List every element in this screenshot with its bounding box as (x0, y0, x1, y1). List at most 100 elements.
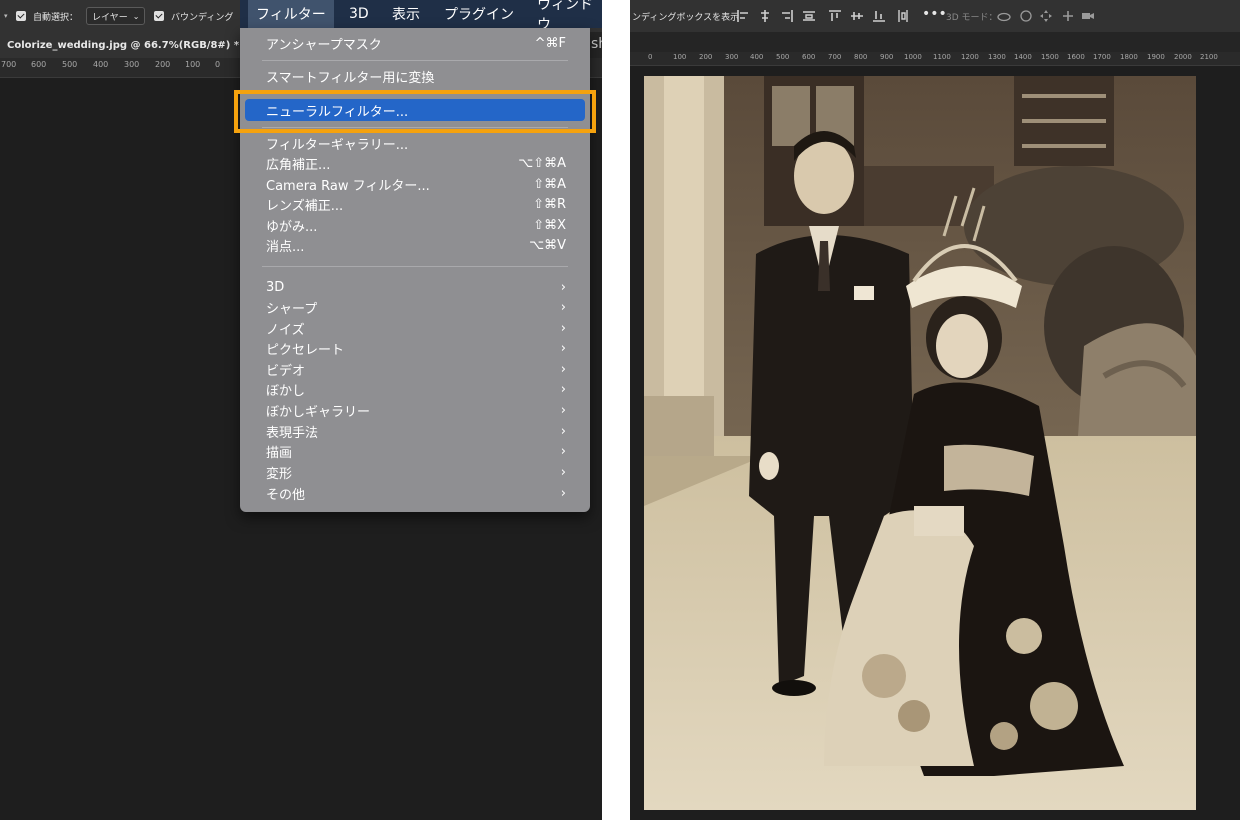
menu-item-label: ぼかしギャラリー (266, 404, 371, 420)
ruler-label: 1700 (1093, 53, 1111, 61)
submenu-video[interactable]: ビデオ › (266, 359, 566, 379)
distribute-icon[interactable] (802, 9, 816, 23)
chevron-right-icon: › (560, 485, 566, 501)
more-options-icon[interactable]: ••• (922, 6, 947, 22)
menu-plugins[interactable]: プラグイン (436, 0, 522, 28)
ruler-label: 500 (62, 60, 78, 69)
options-bar-right: ンディングボックスを表示 ••• 3D モード： (630, 0, 1240, 32)
ruler-label: 400 (93, 60, 109, 69)
auto-select-option[interactable]: 自動選択： (16, 0, 78, 32)
submenu-pixelate[interactable]: ピクセレート › (266, 338, 566, 358)
chevron-right-icon: › (560, 361, 566, 377)
ruler-label: 300 (124, 60, 140, 69)
camera-3d-icon[interactable] (1081, 9, 1095, 23)
distribute-vertical-icon[interactable] (896, 9, 910, 23)
menu-item-label: 消点... (266, 239, 305, 255)
menu-item-label: スマートフィルター用に変換 (266, 70, 435, 86)
submenu-blur-gallery[interactable]: ぼかしギャラリー › (266, 400, 566, 420)
submenu-render[interactable]: 描画 › (266, 441, 566, 461)
menu-item-label: ピクセレート (266, 342, 345, 358)
chevron-right-icon: › (560, 464, 566, 480)
menu-item-label: ぼかし (266, 383, 306, 399)
submenu-distort[interactable]: 変形 › (266, 462, 566, 482)
bounding-full-label: ンディングボックスを表示 (632, 13, 740, 23)
menu-item-label: レンズ補正... (266, 198, 344, 214)
ruler-label: 700 (828, 53, 842, 61)
document-tab-strip (630, 32, 1240, 52)
tab-overflow-glyph: sh (591, 36, 602, 52)
pan-3d-icon[interactable] (1039, 9, 1053, 23)
chevron-right-icon: › (560, 299, 566, 315)
menu-item-shortcut: ^⌘F (534, 35, 566, 51)
ruler-label: 500 (776, 53, 790, 61)
ruler-label: 900 (880, 53, 894, 61)
submenu-blur[interactable]: ぼかし › (266, 379, 566, 399)
menu-item-label: 広角補正... (266, 157, 331, 173)
align-top-icon[interactable] (828, 9, 842, 23)
menu-item-shortcut: ⇧⌘R (533, 196, 566, 212)
menu-item-vanishing-point[interactable]: 消点... ⌥⌘V (266, 235, 566, 255)
menu-item-label: ゆがみ... (266, 219, 318, 235)
submenu-3d[interactable]: 3D › (266, 277, 566, 297)
menu-item-wide-angle[interactable]: 広角補正... ⌥⇧⌘A (266, 153, 566, 173)
menu-item-camera-raw[interactable]: Camera Raw フィルター... ⇧⌘A (266, 174, 566, 194)
menu-item-label: フィルターギャラリー... (266, 137, 409, 153)
menu-window[interactable]: ウィンドウ (529, 0, 602, 33)
menu-filter[interactable]: フィルター (248, 0, 334, 28)
auto-select-checkbox[interactable] (16, 11, 26, 21)
align-middle-icon[interactable] (850, 9, 864, 23)
bounding-box-checkbox[interactable] (154, 11, 164, 21)
submenu-noise[interactable]: ノイズ › (266, 318, 566, 338)
ruler-label: 1100 (933, 53, 951, 61)
chevron-right-icon: › (560, 443, 566, 459)
menu-item-unsharp-mask[interactable]: アンシャープマスク ^⌘F (266, 33, 566, 53)
ruler-label: 600 (31, 60, 47, 69)
submenu-other[interactable]: その他 › (266, 483, 566, 503)
chevron-right-icon: › (560, 423, 566, 439)
ruler-label: 2100 (1200, 53, 1218, 61)
roll-3d-icon[interactable] (1019, 9, 1033, 23)
align-right-icon[interactable] (780, 9, 794, 23)
chevron-right-icon: › (560, 402, 566, 418)
ruler-label: 600 (802, 53, 816, 61)
align-center-icon[interactable] (758, 9, 772, 23)
submenu-stylize[interactable]: 表現手法 › (266, 421, 566, 441)
align-bottom-icon[interactable] (872, 9, 886, 23)
align-left-icon[interactable] (736, 9, 750, 23)
ruler-label: 1300 (988, 53, 1006, 61)
menu-item-filter-gallery[interactable]: フィルターギャラリー... (266, 133, 566, 153)
auto-select-target: レイヤー (92, 12, 128, 23)
bounding-box-option[interactable]: バウンディング (154, 0, 233, 32)
menu-item-lens-correction[interactable]: レンズ補正... ⇧⌘R (266, 194, 566, 214)
ruler-label: 700 (1, 60, 17, 69)
ruler-label: 1800 (1120, 53, 1138, 61)
menu-item-smart-filter[interactable]: スマートフィルター用に変換 (266, 66, 566, 86)
auto-select-dropdown[interactable]: レイヤー ⌄ (86, 0, 146, 32)
menu-view[interactable]: 表示 (384, 0, 428, 28)
ruler-label: 1000 (904, 53, 922, 61)
orbit-3d-icon[interactable] (997, 9, 1011, 23)
ruler-label: 2000 (1174, 53, 1192, 61)
menu-separator (262, 266, 568, 267)
ruler-label: 1900 (1147, 53, 1165, 61)
right-screenshot: ンディングボックスを表示 ••• 3D モード： 0 100 200 300 4… (630, 0, 1240, 820)
chevron-down-icon: ⌄ (132, 11, 140, 21)
menu-3d[interactable]: 3D (341, 0, 377, 28)
ruler-label: 100 (185, 60, 201, 69)
document-tab[interactable]: Colorize_wedding.jpg @ 66.7%(RGB/8#) * (0, 32, 240, 58)
horizontal-ruler-right: 0 100 200 300 400 500 600 700 800 900 10… (630, 52, 1240, 66)
mode-3d-label: 3D モード： (946, 13, 998, 23)
wedding-photo (644, 76, 1196, 810)
menu-item-label: 表現手法 (266, 425, 319, 441)
menu-item-shortcut: ⌥⇧⌘A (518, 155, 566, 171)
slide-3d-icon[interactable] (1061, 9, 1075, 23)
menu-item-label: ビデオ (266, 363, 306, 379)
menu-item-liquify[interactable]: ゆがみ... ⇧⌘X (266, 215, 566, 235)
menu-item-label: 変形 (266, 466, 293, 482)
bounding-label: バウンディング (171, 12, 234, 23)
ruler-label: 0 (648, 53, 653, 61)
move-tool-caret[interactable]: ▾ (4, 0, 8, 32)
menu-item-shortcut: ⌥⌘V (529, 237, 566, 253)
auto-select-label: 自動選択： (33, 12, 79, 23)
submenu-sharpen[interactable]: シャープ › (266, 297, 566, 317)
